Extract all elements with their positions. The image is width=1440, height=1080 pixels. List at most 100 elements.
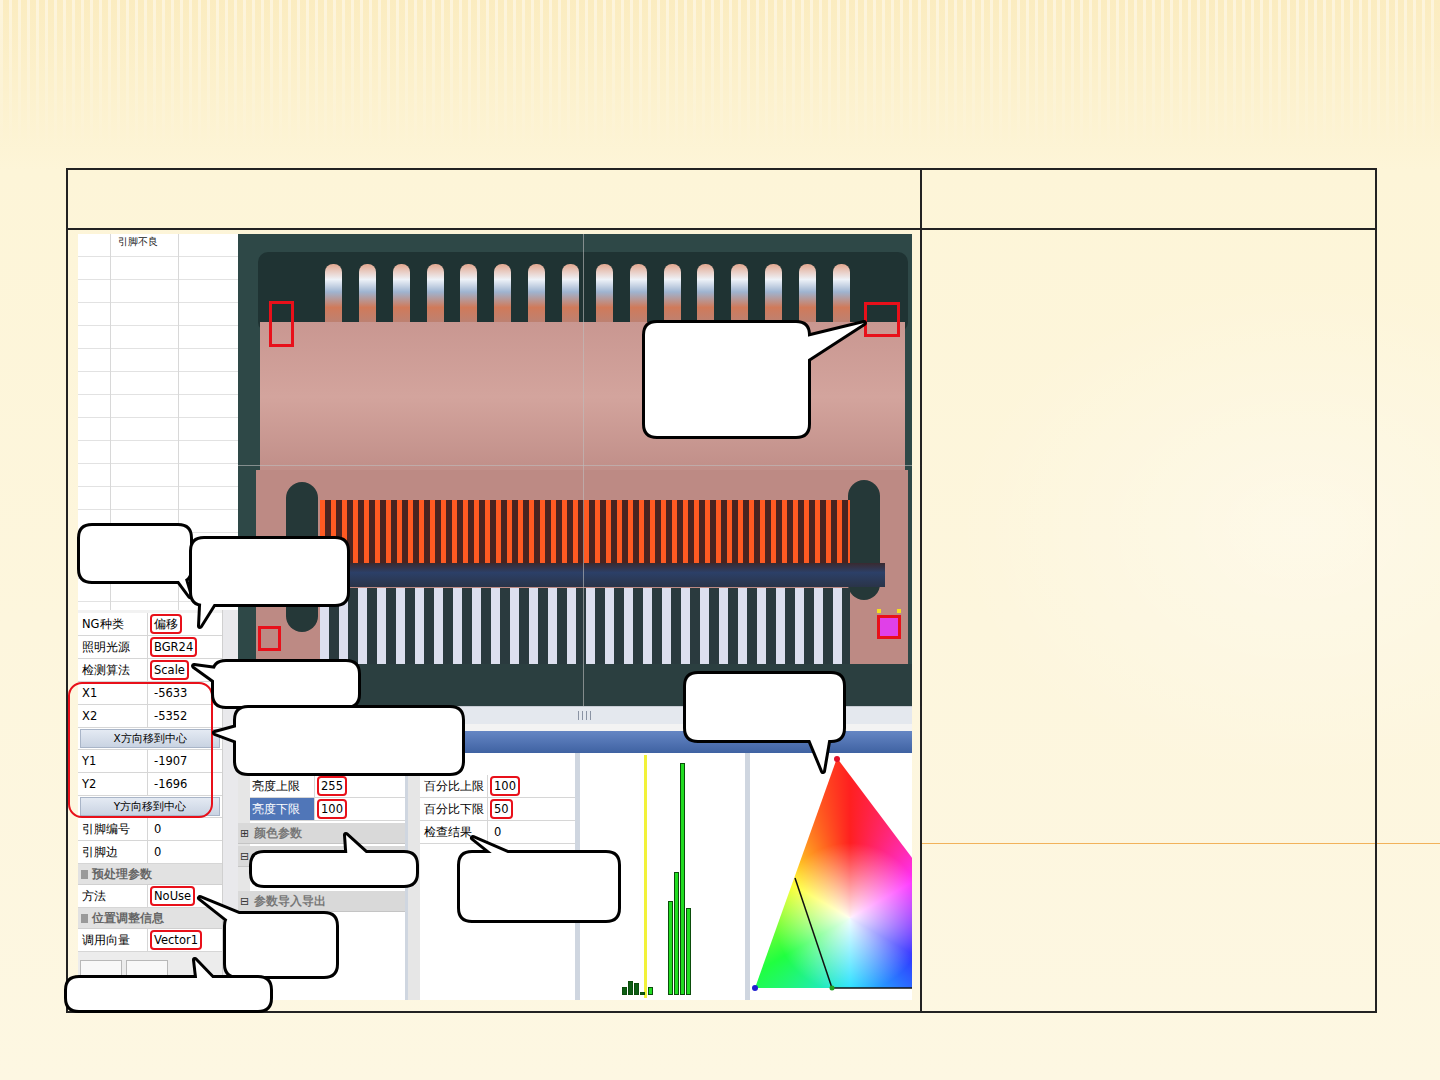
orange-pins (320, 500, 850, 564)
brightness-section[interactable]: ⊞颜色参数 (238, 823, 405, 844)
selected-roi-box[interactable] (877, 615, 901, 639)
param-value[interactable]: NoUse (150, 886, 195, 906)
callout-tail-outline (806, 730, 830, 771)
param-value-cell[interactable]: -1907 (148, 750, 222, 772)
threshold-line[interactable] (644, 755, 647, 998)
param-value[interactable]: 0 (150, 819, 165, 839)
roi-box[interactable] (864, 302, 900, 337)
param-row: 调用向量Vector1 (78, 929, 222, 952)
percent-value-cell[interactable]: 50 (488, 798, 575, 820)
histogram-bar (634, 983, 639, 995)
param-value[interactable]: 偏移 (150, 614, 182, 634)
percent-label: 百分比下限 (420, 798, 488, 820)
histogram-bar (628, 981, 633, 996)
param-value-cell[interactable]: Scale (148, 659, 222, 681)
param-value-cell[interactable]: NoUse (148, 885, 222, 907)
percent-value[interactable]: 50 (490, 799, 513, 819)
brightness-value-cell[interactable]: 255 (315, 775, 405, 797)
param-tab[interactable] (126, 960, 168, 976)
param-rows: NG种类偏移照明光源BGR24检测算法ScaleX1-5633X2-5352X方… (78, 610, 222, 952)
brightness-value-cell[interactable]: 100 (315, 798, 405, 820)
histogram-bar (640, 992, 645, 995)
param-value-cell[interactable]: -1696 (148, 773, 222, 795)
param-value[interactable]: -5352 (150, 706, 191, 726)
brightness-label[interactable]: 亮度上限 (250, 775, 315, 797)
param-value-cell[interactable]: BGR24 (148, 636, 222, 658)
param-value-cell[interactable]: 偏移 (148, 613, 222, 635)
histogram-bar (622, 987, 627, 995)
callout-tail-outline (194, 666, 230, 692)
panel-titlebar (238, 731, 912, 753)
param-section[interactable]: 位置调整信息 (78, 908, 222, 929)
image-scrollbar[interactable] (238, 706, 912, 724)
collapse-icon[interactable]: ⊟ (240, 850, 250, 863)
callout (215, 708, 462, 773)
param-scrollbar[interactable] (222, 610, 238, 1000)
callout (460, 838, 618, 920)
callout-fill (252, 853, 416, 885)
pin (325, 264, 342, 326)
param-value-cell[interactable]: -5633 (148, 682, 222, 704)
slide-rule (922, 843, 1440, 844)
param-value-cell[interactable]: -5352 (148, 705, 222, 727)
pin (697, 264, 714, 326)
brightness-label[interactable]: 亮度下限 (250, 798, 315, 820)
center-button[interactable]: Y方向移到中心 (80, 797, 220, 816)
callout-outline (192, 539, 347, 604)
brightness-value[interactable]: 255 (317, 776, 347, 796)
collapse-icon[interactable]: ⊟ (240, 895, 250, 908)
pin (494, 264, 511, 326)
callout-tail-outline (200, 586, 220, 626)
callout-outline (67, 978, 270, 1010)
pin (799, 264, 816, 326)
percent-value[interactable]: 0 (490, 822, 505, 842)
param-label: 方法 (78, 885, 148, 907)
callout-tail-outline (195, 960, 220, 986)
percent-value-cell[interactable]: 100 (488, 775, 575, 797)
callout-fill (236, 708, 462, 773)
param-value[interactable]: -1907 (150, 751, 191, 771)
color-triangle-fill (750, 753, 912, 1000)
right-column: 亮度上限255亮度下限100⊞颜色参数⊟⊟参数导入导出 百分比上限100百分比下… (238, 234, 912, 1000)
pin (562, 264, 579, 326)
callout-tail-fill (195, 960, 220, 986)
param-row: X1-5633 (78, 682, 222, 705)
callouts (58, 234, 918, 1034)
histogram-bar (668, 901, 673, 995)
result-grid: 引脚不良 (78, 234, 238, 610)
lower-pins (320, 588, 850, 664)
percent-row: 检查结果0 (420, 821, 575, 844)
bottom-dark (238, 664, 912, 706)
param-value-cell[interactable]: 0 (148, 841, 222, 863)
roi-box[interactable] (269, 301, 294, 347)
param-value[interactable]: 0 (150, 842, 165, 862)
param-value[interactable]: -5633 (150, 683, 191, 703)
expand-icon[interactable]: ⊞ (240, 827, 250, 840)
percent-value-cell[interactable]: 0 (488, 821, 575, 843)
callout-outline (686, 674, 843, 740)
param-value-cell[interactable]: Vector1 (148, 929, 222, 951)
callout-fill (226, 914, 336, 976)
param-value[interactable]: -1696 (150, 774, 191, 794)
callout-fill (214, 662, 358, 706)
param-value[interactable]: Scale (150, 660, 189, 680)
param-value[interactable]: Vector1 (150, 930, 202, 950)
scroll-thumb[interactable] (578, 711, 592, 720)
param-value[interactable]: BGR24 (150, 637, 197, 657)
grid-line (178, 234, 179, 610)
brightness-section[interactable]: ⊟ (238, 846, 405, 867)
param-tab[interactable] (80, 960, 122, 976)
center-button[interactable]: X方向移到中心 (80, 729, 220, 748)
param-label: NG种类 (78, 613, 148, 635)
brightness-value[interactable]: 100 (317, 799, 347, 819)
notes-cell (922, 230, 1375, 1011)
param-area: NG种类偏移照明光源BGR24检测算法ScaleX1-5633X2-5352X方… (78, 610, 222, 1000)
section-icon (81, 914, 88, 923)
percent-value[interactable]: 100 (490, 776, 520, 796)
param-section[interactable]: 预处理参数 (78, 864, 222, 885)
param-label: X1 (78, 682, 148, 704)
param-value-cell[interactable]: 0 (148, 818, 222, 840)
roi-box[interactable] (258, 626, 281, 651)
brightness-section[interactable]: ⊟参数导入导出 (238, 891, 405, 912)
camera-image (238, 234, 912, 706)
